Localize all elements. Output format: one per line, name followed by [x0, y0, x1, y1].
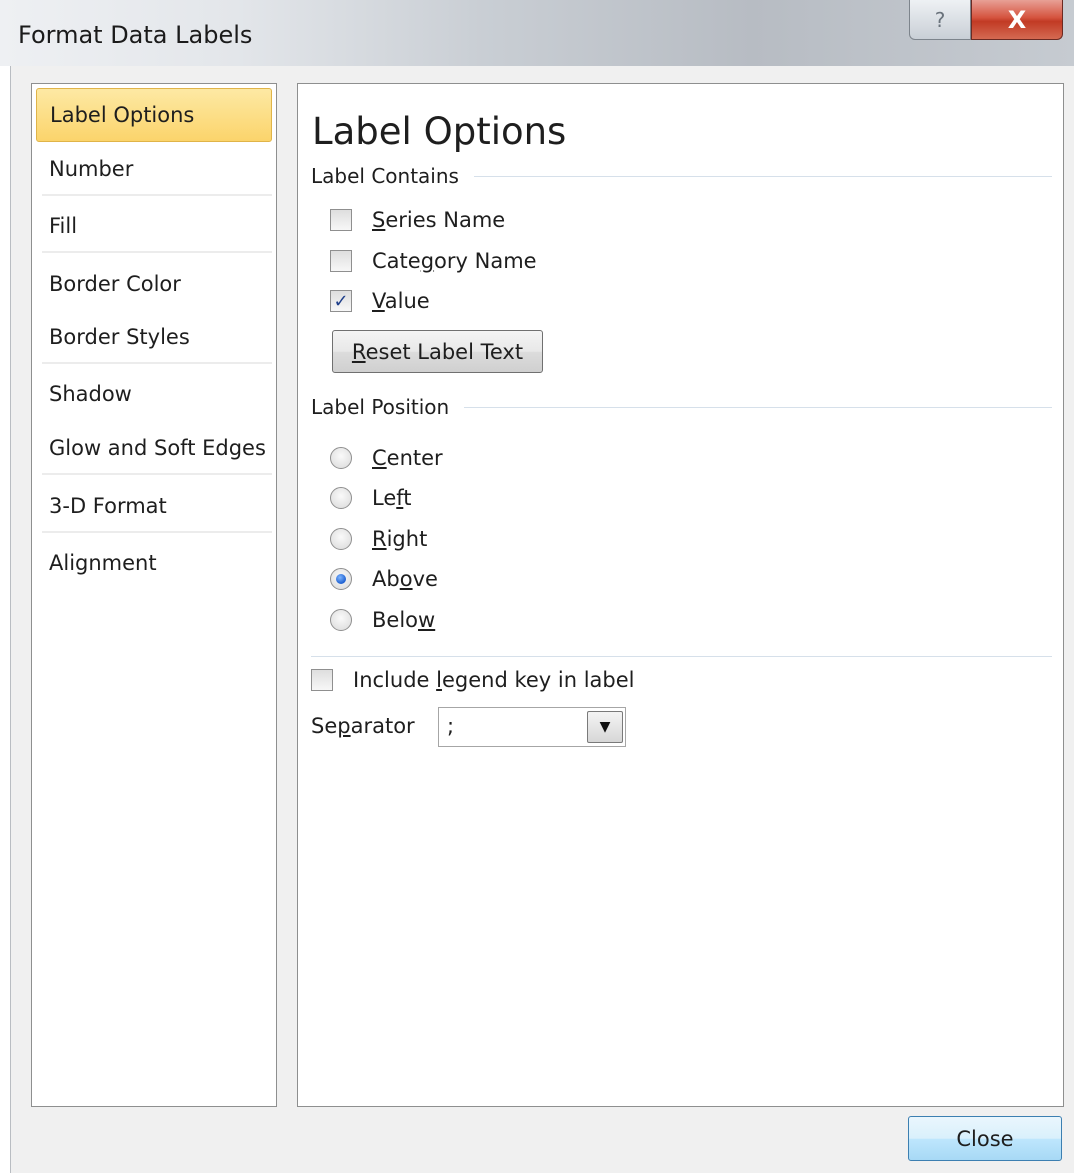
- nav-item-label: Border Styles: [49, 325, 190, 349]
- checkbox-box: [330, 250, 352, 272]
- checkmark-icon: ✓: [330, 290, 352, 312]
- nav-item-3d-format[interactable]: 3-D Format: [36, 479, 272, 533]
- radio-circle: [330, 609, 352, 631]
- nav-item-label: Glow and Soft Edges: [49, 436, 266, 460]
- above-radio[interactable]: Above: [330, 567, 438, 591]
- nav-item-label: 3-D Format: [49, 494, 167, 518]
- checkbox-label: Category Name: [372, 249, 537, 273]
- right-radio[interactable]: Right: [330, 527, 427, 551]
- left-radio[interactable]: Left: [330, 486, 412, 510]
- help-icon: ?: [934, 7, 946, 32]
- checkbox-label: Include legend key in label: [353, 668, 635, 692]
- category-list: Label Options Number Fill Border Color B…: [31, 83, 277, 1107]
- radio-label: Above: [372, 567, 438, 591]
- options-panel: Label Options Label Contains Series Name…: [297, 83, 1064, 1107]
- center-radio[interactable]: Center: [330, 446, 443, 470]
- nav-item-shadow[interactable]: Shadow: [36, 367, 272, 421]
- nav-item-label: Alignment: [49, 551, 157, 575]
- nav-item-label: Label Options: [50, 103, 195, 127]
- separator-value: ;: [447, 714, 455, 738]
- radio-circle: [330, 487, 352, 509]
- dropdown-arrow-icon[interactable]: ▼: [587, 711, 623, 743]
- checkbox-label: Series Name: [372, 208, 506, 232]
- button-label: Close: [956, 1126, 1014, 1151]
- divider: [311, 656, 1052, 657]
- close-icon: X: [1007, 5, 1027, 34]
- help-button[interactable]: ?: [909, 0, 971, 40]
- value-checkbox[interactable]: ✓ Value: [330, 289, 430, 313]
- nav-item-number[interactable]: Number: [36, 142, 272, 196]
- checkbox-box: [330, 209, 352, 231]
- nav-item-label: Number: [49, 157, 134, 181]
- nav-item-label: Border Color: [49, 272, 181, 296]
- label-contains-heading: Label Contains: [311, 164, 459, 188]
- nav-item-label-options[interactable]: Label Options: [36, 88, 272, 142]
- radio-circle: [330, 447, 352, 469]
- separator-label: Separator: [311, 714, 415, 738]
- nav-item-border-styles[interactable]: Border Styles: [36, 310, 272, 364]
- radio-circle-selected: [330, 568, 352, 590]
- window-close-button[interactable]: X: [971, 0, 1063, 40]
- label-position-heading: Label Position: [311, 395, 450, 419]
- panel-heading: Label Options: [312, 110, 567, 153]
- dialog-title: Format Data Labels: [18, 21, 253, 49]
- group-divider: [474, 176, 1052, 177]
- radio-label: Below: [372, 608, 436, 632]
- radio-label: Right: [372, 527, 428, 551]
- button-label: Reset Label Text: [351, 339, 524, 364]
- radio-label: Left: [372, 486, 412, 510]
- checkbox-box: [311, 669, 333, 691]
- radio-label: Center: [372, 446, 443, 470]
- nav-item-label: Fill: [49, 214, 78, 238]
- series-name-checkbox[interactable]: Series Name: [330, 208, 505, 232]
- reset-label-text-button[interactable]: Reset Label Text: [332, 330, 543, 373]
- nav-item-fill[interactable]: Fill: [36, 199, 272, 253]
- separator-dropdown[interactable]: ; ▼: [438, 707, 626, 747]
- nav-item-alignment[interactable]: Alignment: [36, 536, 272, 590]
- checkbox-label: Value: [372, 289, 430, 313]
- title-bar: Format Data Labels ? X: [0, 0, 1074, 66]
- include-legend-key-checkbox[interactable]: Include legend key in label: [311, 668, 635, 692]
- nav-item-label: Shadow: [49, 382, 132, 406]
- nav-item-glow-soft-edges[interactable]: Glow and Soft Edges: [36, 421, 272, 475]
- below-radio[interactable]: Below: [330, 608, 435, 632]
- nav-item-border-color[interactable]: Border Color: [36, 257, 272, 311]
- close-button[interactable]: Close: [908, 1116, 1062, 1161]
- category-name-checkbox[interactable]: Category Name: [330, 249, 537, 273]
- radio-circle: [330, 528, 352, 550]
- group-divider: [464, 407, 1052, 408]
